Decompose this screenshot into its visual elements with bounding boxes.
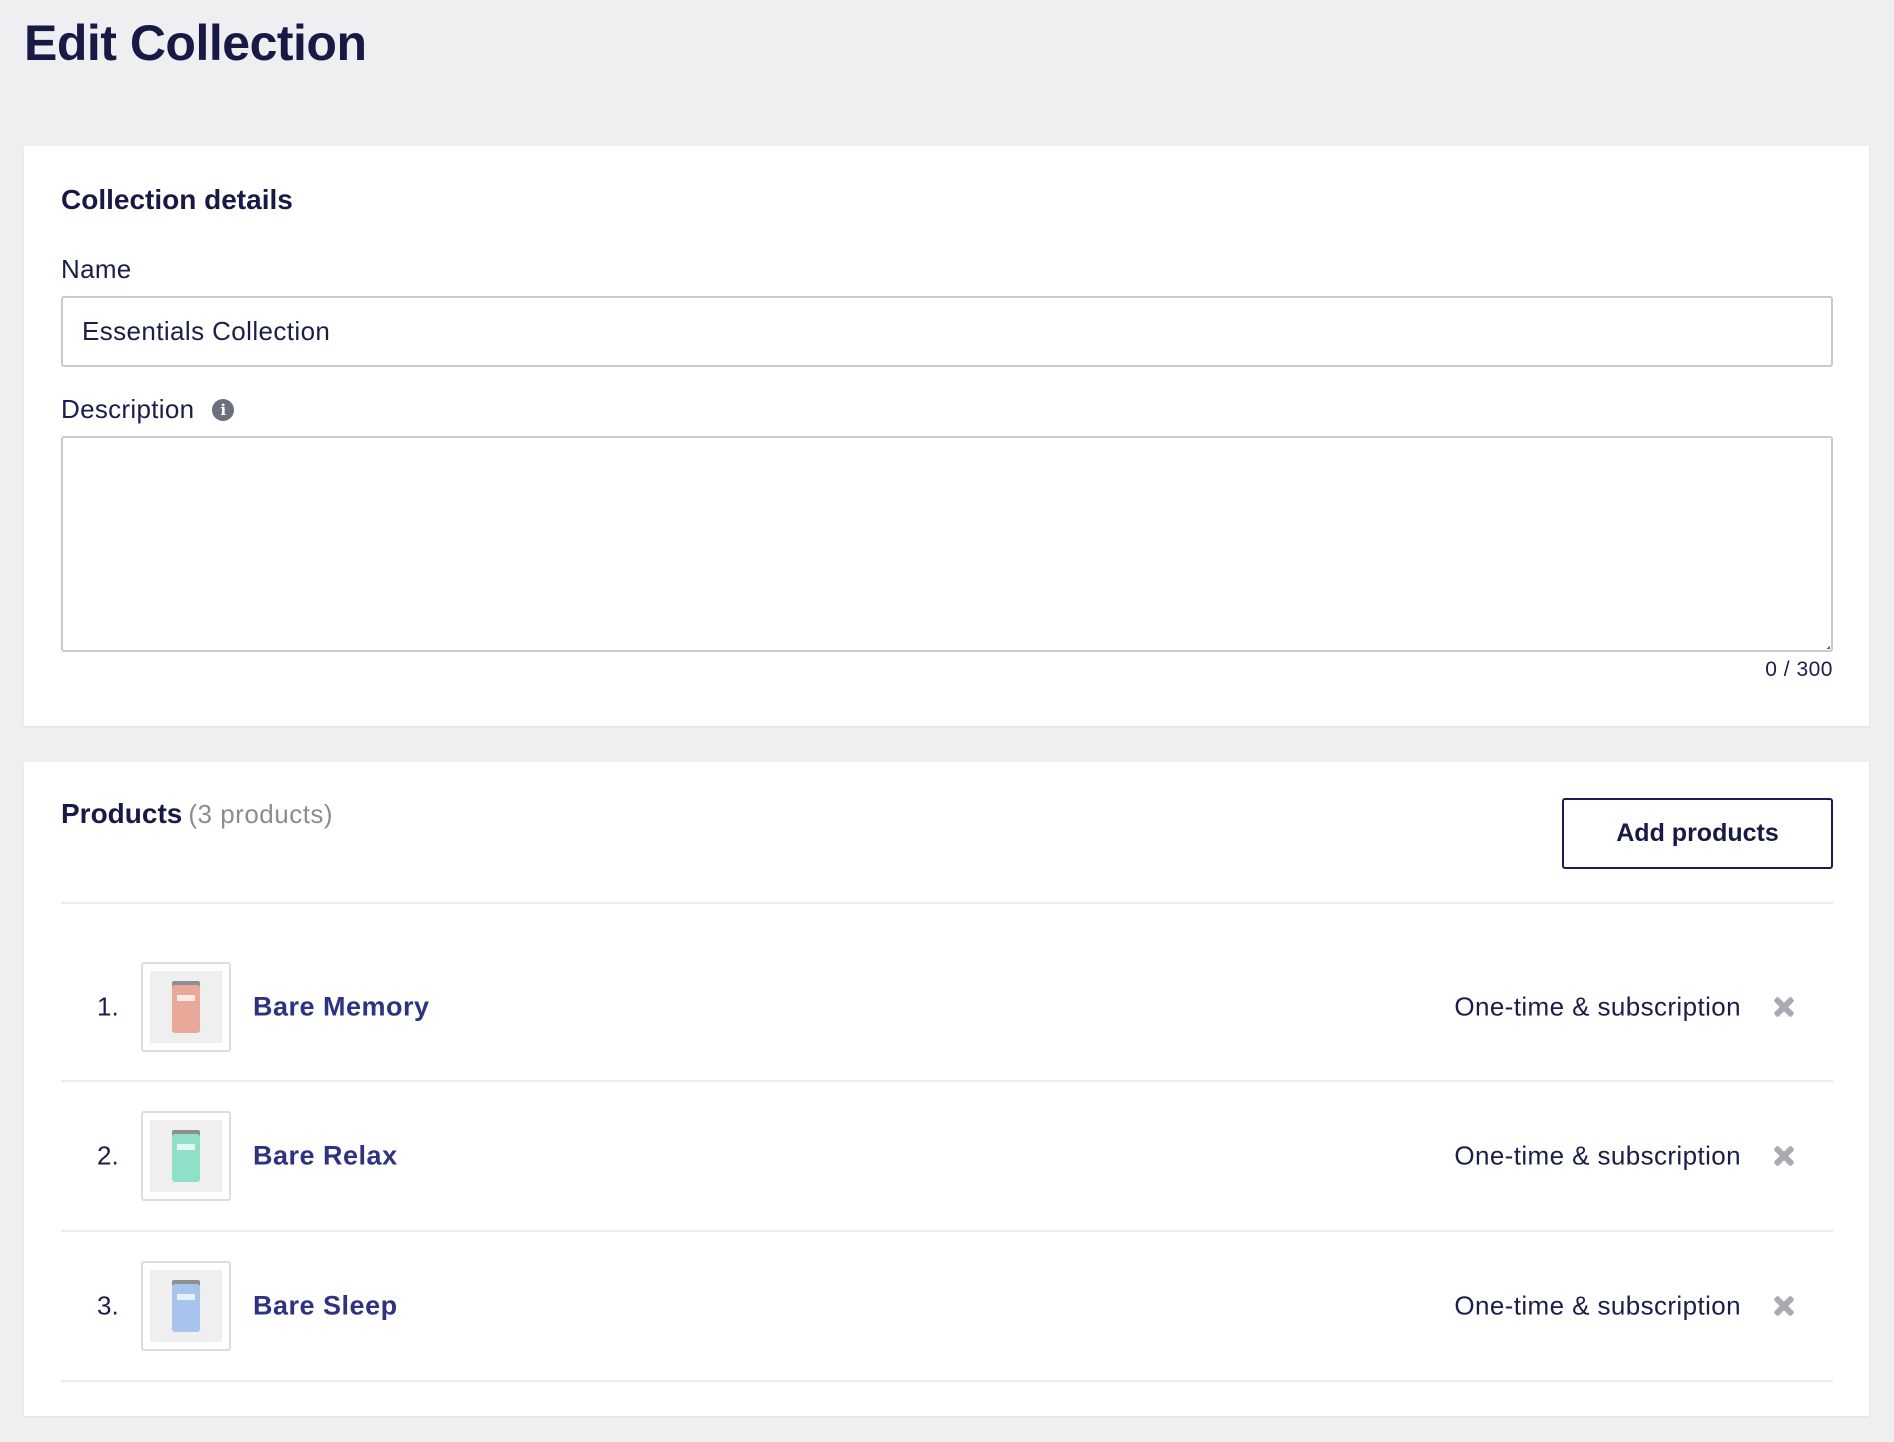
product-name-link[interactable]: Bare Relax <box>253 1141 398 1172</box>
add-products-button[interactable]: Add products <box>1562 798 1833 869</box>
product-list: 1. Bare Memory One-time & subscription 2… <box>61 904 1833 1382</box>
product-thumbnail[interactable] <box>141 962 231 1052</box>
purchase-type: One-time & subscription <box>1454 991 1741 1022</box>
row-index: 1. <box>97 991 119 1022</box>
edit-collection-page: Edit Collection Collection details Name … <box>0 0 1894 1442</box>
description-label: Description <box>61 394 195 424</box>
product-thumbnail[interactable] <box>141 1261 231 1351</box>
product-row: 1. Bare Memory One-time & subscription <box>61 934 1833 1082</box>
product-name-link[interactable]: Bare Sleep <box>253 1291 398 1322</box>
remove-product-icon[interactable] <box>1771 1293 1797 1319</box>
section-title-collection-details: Collection details <box>61 184 293 215</box>
collection-details-card: Collection details Name Description i 0 … <box>24 146 1869 726</box>
name-label: Name <box>61 254 132 284</box>
product-name-link[interactable]: Bare Memory <box>253 992 430 1023</box>
products-count: (3 products) <box>188 799 334 829</box>
character-count: 0 / 300 <box>1765 658 1833 681</box>
row-index: 2. <box>97 1140 119 1171</box>
purchase-type: One-time & subscription <box>1454 1290 1741 1321</box>
product-row: 3. Bare Sleep One-time & subscription <box>61 1232 1833 1382</box>
product-row: 2. Bare Relax One-time & subscription <box>61 1082 1833 1232</box>
purchase-type: One-time & subscription <box>1454 1140 1741 1171</box>
products-title: Products <box>61 798 183 829</box>
description-label-row: Description i <box>61 394 235 425</box>
product-jar-image <box>172 1284 200 1332</box>
row-index: 3. <box>97 1290 119 1321</box>
info-icon[interactable]: i <box>212 398 235 421</box>
products-heading: Products (3 products) <box>61 798 333 830</box>
products-card: Products (3 products) Add products 1. Bar… <box>24 762 1869 1416</box>
product-jar-image <box>172 985 200 1033</box>
product-thumbnail[interactable] <box>141 1111 231 1201</box>
resize-handle-icon[interactable] <box>1814 633 1830 649</box>
page-title: Edit Collection <box>24 15 367 71</box>
product-jar-image <box>172 1134 200 1182</box>
remove-product-icon[interactable] <box>1771 1143 1797 1169</box>
description-textarea[interactable] <box>61 436 1833 652</box>
remove-product-icon[interactable] <box>1771 994 1797 1020</box>
name-input[interactable] <box>61 296 1833 367</box>
